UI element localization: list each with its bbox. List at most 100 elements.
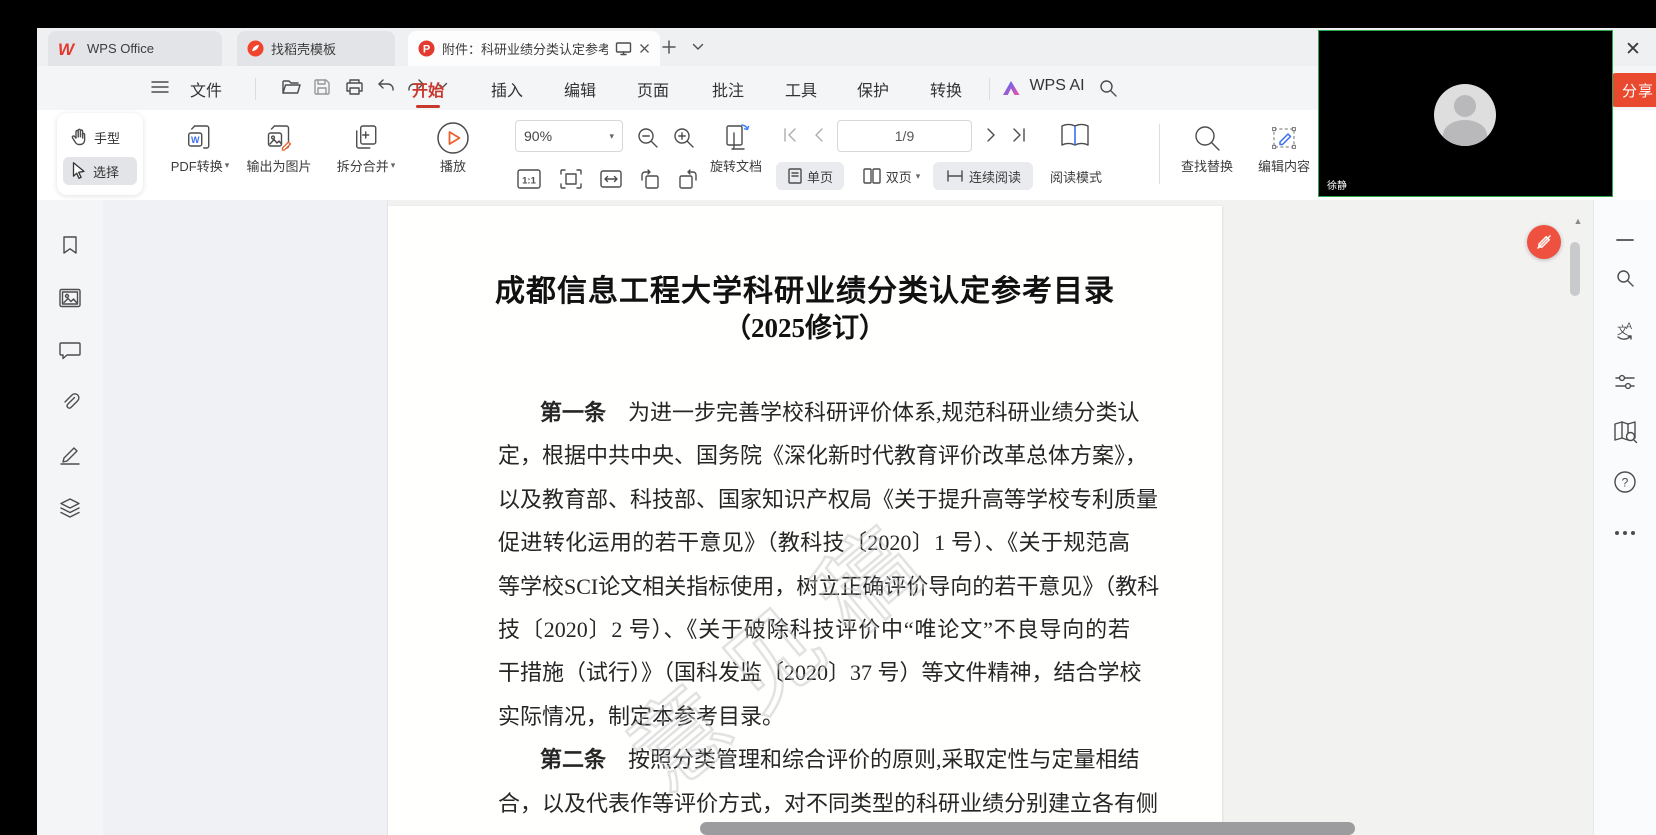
rotate-right-icon[interactable]: [676, 168, 700, 192]
more-icon[interactable]: [1612, 520, 1638, 546]
zoom-in-icon[interactable]: [672, 126, 696, 150]
prev-page-icon[interactable]: [812, 126, 826, 144]
menu-item-7[interactable]: 保护: [857, 77, 889, 101]
edit-content-button[interactable]: 编辑内容: [1258, 120, 1310, 175]
find-replace-icon: [1192, 120, 1222, 156]
document-line-1: 第一条 为进一步完善学校科研评价体系,规范科研业绩分类认: [540, 400, 1140, 425]
signature-icon[interactable]: [57, 442, 83, 468]
pdf-convert-icon: W: [185, 120, 215, 156]
document-line-3: 以及教育部、科技部、国家知识产权局《关于提升高等学校专利质量: [498, 486, 1159, 512]
document-line-6: 技〔2020〕2 号）、《关于破除科技评价中“唯论文”不良导向的若: [498, 616, 1130, 642]
scrollbar-up-arrow[interactable]: ▲: [1570, 216, 1586, 230]
hand-icon: [70, 127, 88, 147]
find-replace-button[interactable]: 查找替换: [1181, 120, 1233, 175]
hand-tool-button[interactable]: 手型: [63, 123, 137, 151]
translate-icon[interactable]: 文A: [1612, 317, 1638, 343]
page-indicator-input[interactable]: 1/9: [837, 120, 972, 152]
menu-item-1[interactable]: 开始: [412, 77, 444, 108]
divider: [255, 78, 256, 100]
print-icon[interactable]: [345, 78, 367, 100]
document-title: 成都信息工程大学科研业绩分类认定参考目录: [495, 275, 1115, 308]
bookmark-icon[interactable]: [57, 232, 83, 258]
docer-logo: [247, 40, 264, 57]
image-icon[interactable]: [57, 285, 83, 311]
document-line-5: 等学校SCI论文相关指标使用，树立正确评价导向的若干意见》（教科: [498, 573, 1160, 599]
pointer-tool-group: 手型 选择: [57, 113, 143, 195]
split-merge-icon: [352, 120, 380, 156]
menu-item-2[interactable]: 插入: [491, 77, 523, 101]
first-page-icon[interactable]: [781, 126, 799, 144]
rotate-doc-icon: [720, 120, 752, 156]
fit-page-icon[interactable]: [559, 168, 583, 190]
file-menu[interactable]: 文件: [190, 77, 222, 101]
zoom-level-combobox[interactable]: 90% ▾: [515, 120, 623, 152]
next-page-icon[interactable]: [984, 126, 998, 144]
pen-slash-icon: [1536, 234, 1552, 250]
last-page-icon[interactable]: [1010, 126, 1028, 144]
read-mode-button[interactable]: 阅读模式: [1036, 162, 1116, 190]
tab-close-icon[interactable]: [639, 43, 650, 54]
fit-width-icon[interactable]: [599, 168, 623, 190]
export-image-button[interactable]: 输出为图片: [246, 120, 312, 175]
monitor-icon[interactable]: [615, 41, 632, 56]
undo-icon[interactable]: [376, 78, 398, 100]
read-mode-book-icon[interactable]: [1059, 122, 1091, 150]
tab-label: WPS Office: [87, 41, 154, 56]
navigation-panel[interactable]: [103, 200, 388, 835]
catalog-search-icon[interactable]: [1612, 419, 1638, 445]
svg-text:P: P: [423, 44, 430, 56]
double-page-button[interactable]: 双页 ▾: [852, 162, 930, 190]
tab-1[interactable]: W WPS Office: [48, 31, 222, 66]
attachment-icon[interactable]: [57, 390, 83, 416]
split-merge-button[interactable]: 拆分合并 ▾: [337, 120, 395, 175]
document-line-8: 实际情况，制定本参考目录。: [498, 703, 785, 729]
collapse-icon[interactable]: [1612, 227, 1638, 253]
divider: [989, 78, 990, 100]
search-icon[interactable]: [1612, 265, 1638, 291]
edit-disabled-fab[interactable]: [1527, 225, 1561, 259]
scrollbar-thumb[interactable]: [1570, 242, 1580, 296]
hamburger-icon[interactable]: [151, 80, 173, 102]
tab-label: 附件：科研业绩分类认定参考: [442, 42, 608, 57]
tab-3[interactable]: P 附件：科研业绩分类认定参考: [408, 31, 660, 66]
zoom-out-icon[interactable]: [636, 126, 660, 150]
tab-2[interactable]: 找稻壳模板: [237, 31, 395, 66]
settings-sliders-icon[interactable]: [1612, 369, 1638, 395]
window-close-button[interactable]: ✕: [1620, 36, 1646, 62]
share-button[interactable]: 分享: [1610, 73, 1656, 107]
select-tool-button[interactable]: 选择: [63, 157, 137, 185]
open-folder-icon[interactable]: [281, 78, 303, 100]
continuous-icon: [945, 167, 965, 185]
menu-item-6[interactable]: 工具: [785, 77, 817, 101]
actual-size-icon[interactable]: 1:1: [516, 168, 542, 190]
svg-text:?: ?: [1622, 476, 1629, 490]
menu-item-8[interactable]: 转换: [930, 77, 962, 101]
continuous-reading-button[interactable]: 连续阅读: [933, 162, 1033, 190]
svg-text:W: W: [58, 40, 76, 58]
save-icon[interactable]: [313, 78, 335, 100]
rotate-left-icon[interactable]: [638, 168, 662, 192]
menu-item-4[interactable]: 页面: [637, 77, 669, 101]
menu-item-3[interactable]: 编辑: [564, 77, 596, 101]
tab-list-chevron-icon[interactable]: [692, 43, 704, 51]
cursor-icon: [70, 161, 87, 181]
left-letterbox: [0, 0, 37, 835]
comment-icon[interactable]: [57, 337, 83, 363]
document-line-2: 定，根据中共中央、国务院《深化新时代教育评价改革总体方案》，: [498, 443, 1148, 469]
layers-icon[interactable]: [57, 495, 83, 521]
play-button[interactable]: 播放: [436, 120, 470, 175]
help-icon[interactable]: ?: [1612, 469, 1638, 495]
new-tab-button[interactable]: [662, 40, 676, 54]
bottom-collapsed-bar[interactable]: [700, 822, 1355, 835]
right-tool-rail: 文 A?: [1593, 200, 1656, 835]
single-page-button[interactable]: 单页: [776, 162, 844, 190]
pdf-convert-button[interactable]: W PDF转换 ▾: [171, 120, 229, 175]
rotate-document-button[interactable]: 旋转文档: [710, 120, 762, 175]
svg-text:W: W: [191, 135, 200, 145]
wps-ai-button[interactable]: WPS AI: [1029, 77, 1084, 95]
tab-label: 找稻壳模板: [271, 42, 337, 57]
video-call-overlay[interactable]: 徐静: [1318, 30, 1613, 197]
menu-item-5[interactable]: 批注: [712, 77, 744, 101]
document-subtitle: （2025修订）: [724, 313, 886, 343]
menu-search-icon[interactable]: [1098, 78, 1120, 100]
